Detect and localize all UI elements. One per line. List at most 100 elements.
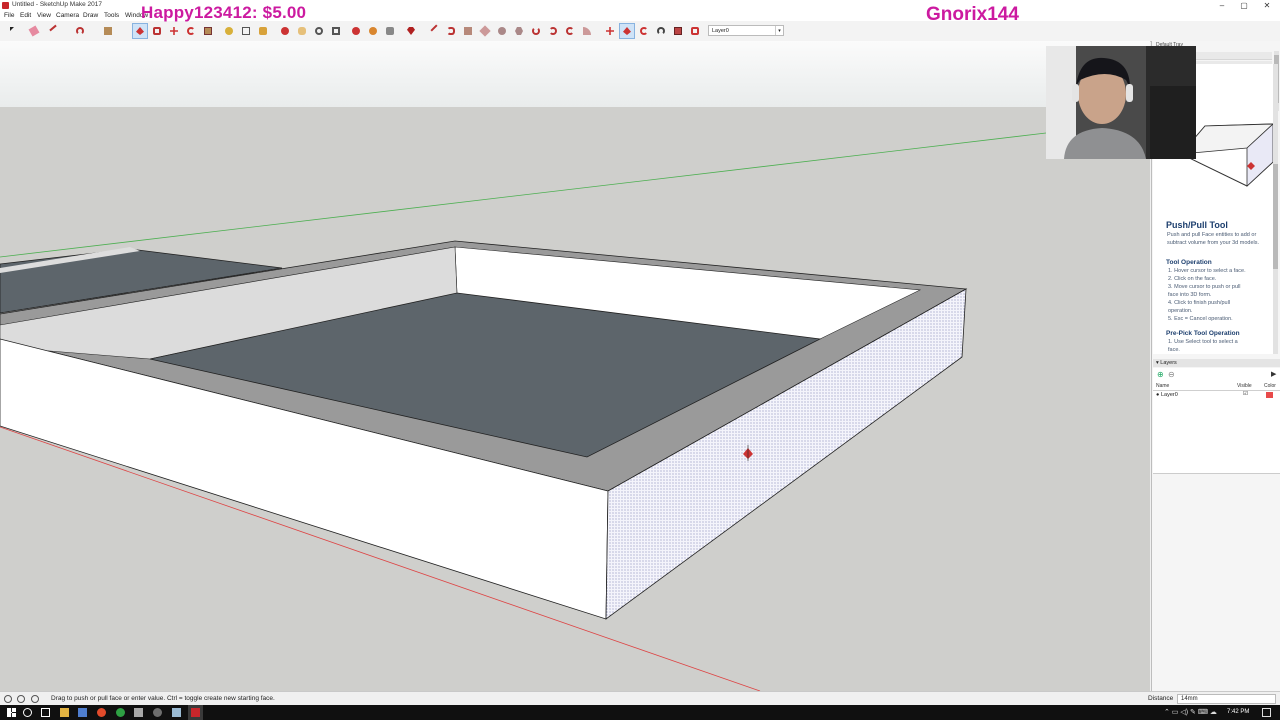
close-button[interactable]: ✕ [1256, 0, 1278, 11]
cortana-icon[interactable] [23, 708, 32, 717]
rect-2-icon[interactable] [461, 24, 475, 38]
layer-dropdown[interactable]: Layer0 ▾ [708, 25, 784, 36]
system-tray-icons[interactable]: ⌃ ▭ ◁) ✎ ⌨ ☁ [1164, 708, 1217, 716]
operation-step: 3. Move cursor to push or pull [1168, 284, 1241, 290]
bezier-icon[interactable] [444, 24, 458, 38]
layers-title: Layers [1160, 360, 1177, 366]
sketchup-app-icon [2, 2, 9, 9]
maximize-button[interactable]: ▢ [1233, 0, 1255, 11]
move-icon[interactable] [167, 24, 181, 38]
file-explorer-icon[interactable] [60, 708, 69, 717]
pan-icon[interactable] [295, 24, 309, 38]
streamer-name-overlay: Gnorix144 [926, 4, 1019, 25]
layers-column-headers: Name Visible Color [1153, 382, 1280, 391]
circle-icon[interactable] [495, 24, 509, 38]
modeling-viewport[interactable] [0, 41, 1150, 691]
menu-view[interactable]: View [37, 12, 51, 19]
layers-panel-header[interactable]: ▾ Layers [1153, 359, 1280, 367]
minimize-button[interactable]: – [1211, 0, 1233, 11]
app-icon[interactable] [134, 708, 143, 717]
pie-icon[interactable] [580, 24, 594, 38]
instructor-tool-name: Push/Pull Tool [1166, 220, 1228, 230]
arc-4-icon[interactable] [563, 24, 577, 38]
prepick-step: 1. Use Select tool to select a [1168, 339, 1238, 345]
arc-icon[interactable] [73, 24, 87, 38]
status-message: Drag to push or pull face or enter value… [51, 695, 275, 702]
spotify-icon[interactable] [116, 708, 125, 717]
layer-dropdown-value: Layer0 [712, 28, 729, 34]
operation-step: face into 3D form. [1168, 292, 1212, 298]
line-icon[interactable] [46, 24, 60, 38]
menu-camera[interactable]: Camera [56, 12, 79, 19]
operation-step: 5. Esc = Cancel operation. [1168, 316, 1233, 322]
rotate-2-icon[interactable] [637, 24, 651, 38]
layer-name: Layer0 [1161, 392, 1178, 398]
credits-icon[interactable] [17, 695, 25, 703]
col-name[interactable]: Name [1156, 383, 1169, 389]
offset-2-icon[interactable] [688, 24, 702, 38]
push-pull-icon[interactable] [132, 23, 148, 39]
operation-heading: Tool Operation [1166, 259, 1212, 266]
components-icon[interactable] [366, 24, 380, 38]
ruby-icon[interactable] [404, 24, 418, 38]
extension-icon[interactable] [383, 24, 397, 38]
text-icon[interactable] [239, 24, 253, 38]
measurements-input[interactable]: 14mm [1177, 694, 1276, 704]
menu-draw[interactable]: Draw [83, 12, 98, 19]
freehand-icon[interactable] [427, 24, 441, 38]
operation-step: 1. Hover cursor to select a face. [1168, 268, 1246, 274]
menu-file[interactable]: File [4, 12, 14, 19]
push-pull-2-icon[interactable] [619, 23, 635, 39]
move-2-icon[interactable] [603, 24, 617, 38]
prepick-heading: Pre-Pick Tool Operation [1166, 330, 1240, 337]
zoom-extents-icon[interactable] [329, 24, 343, 38]
remove-layer-icon[interactable]: ⊖ [1168, 370, 1175, 379]
select-icon[interactable] [7, 24, 21, 38]
collapse-icon: ▾ [1156, 360, 1159, 366]
measurements-label: Distance [1148, 695, 1174, 702]
orbit-icon[interactable] [278, 24, 292, 38]
follow-me-icon[interactable] [654, 24, 668, 38]
user-icon[interactable] [31, 695, 39, 703]
main-toolbar [0, 21, 1280, 42]
rectangle-icon[interactable] [101, 24, 115, 38]
chrome-icon[interactable] [97, 708, 106, 717]
action-center-icon[interactable] [1262, 708, 1271, 717]
menu-tools[interactable]: Tools [104, 12, 119, 19]
offset-icon[interactable] [150, 24, 164, 38]
task-view-icon[interactable] [41, 708, 50, 717]
tape-measure-icon[interactable] [222, 24, 236, 38]
obs-icon[interactable] [153, 708, 162, 717]
prepick-steps: 1. Use Select tool to select a face. [1168, 338, 1264, 354]
add-layer-icon[interactable]: ⊕ [1157, 370, 1164, 379]
arc-2-icon[interactable] [529, 24, 543, 38]
instructor-scrollbar[interactable] [1273, 64, 1278, 354]
warehouse-icon[interactable] [349, 24, 363, 38]
window-title: Untitled - SketchUp Make 2017 [12, 1, 102, 8]
zoom-icon[interactable] [312, 24, 326, 38]
geo-location-icon[interactable] [4, 695, 12, 703]
layer-color-swatch[interactable] [1266, 392, 1273, 398]
webcam-overlay [1046, 46, 1196, 159]
menu-edit[interactable]: Edit [20, 12, 31, 19]
layer-visible-checkbox[interactable]: ☑ [1243, 391, 1248, 397]
scene-canvas[interactable] [0, 41, 1150, 691]
col-color[interactable]: Color [1264, 383, 1276, 389]
rotated-rect-icon[interactable] [478, 24, 492, 38]
rotate-icon[interactable] [184, 24, 198, 38]
store-icon[interactable] [78, 708, 87, 717]
donation-overlay: Happy123412: $5.00 [141, 3, 307, 22]
layers-details-icon[interactable]: ▶ [1271, 370, 1276, 378]
eraser-icon[interactable] [27, 24, 41, 38]
polygon-icon[interactable] [512, 24, 526, 38]
paint-bucket-icon[interactable] [256, 24, 270, 38]
col-visible[interactable]: Visible [1237, 383, 1252, 389]
operation-step: 2. Click on the face. [1168, 276, 1217, 282]
sky [0, 41, 1150, 107]
scale-2-icon[interactable] [671, 24, 685, 38]
scale-icon[interactable] [201, 24, 215, 38]
app-2-icon[interactable] [172, 708, 181, 717]
windows-start-icon[interactable] [7, 708, 16, 717]
arc-3-icon[interactable] [546, 24, 560, 38]
layer-row[interactable]: ● Layer0 ☑ [1153, 391, 1280, 400]
